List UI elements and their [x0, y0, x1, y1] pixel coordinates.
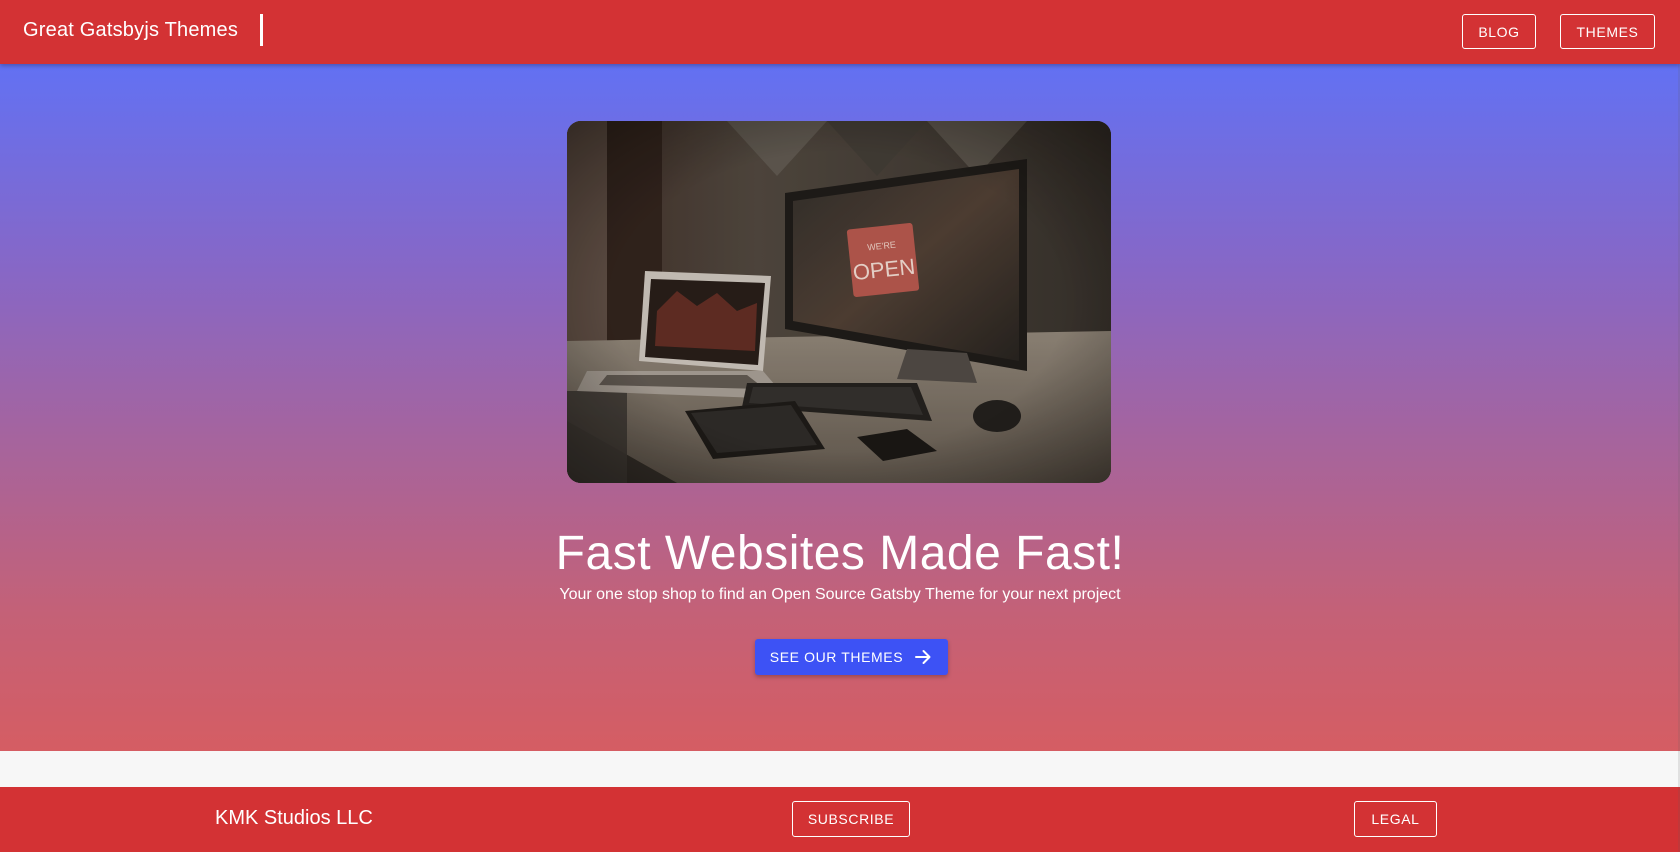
subscribe-button[interactable]: SUBSCRIBE	[792, 801, 910, 837]
footer-company-name: KMK Studios LLC	[215, 807, 373, 829]
hero-subtitle: Your one stop shop to find an Open Sourc…	[559, 586, 1121, 603]
content-spacer	[0, 751, 1680, 787]
blog-button[interactable]: BLOG	[1462, 14, 1536, 49]
footer: KMK Studios LLC SUBSCRIBE LEGAL	[0, 787, 1680, 852]
hero-title: Fast Websites Made Fast!	[555, 527, 1125, 580]
hero-section: WE'RE OPEN	[0, 64, 1680, 751]
themes-button[interactable]: THEMES	[1560, 14, 1655, 49]
cta-label: SEE OUR THEMES	[769, 649, 904, 665]
app-bar: Great Gatsbyjs Themes BLOG THEMES	[0, 0, 1680, 64]
site-title[interactable]: Great Gatsbyjs Themes	[23, 16, 238, 44]
desk-photo-illustration: WE'RE OPEN	[567, 121, 1111, 483]
see-our-themes-button[interactable]: SEE OUR THEMES	[755, 639, 948, 675]
hero-image: WE'RE OPEN	[567, 121, 1111, 483]
arrow-right-icon	[913, 647, 933, 667]
legal-button[interactable]: LEGAL	[1354, 801, 1437, 837]
page: Great Gatsbyjs Themes BLOG THEMES Fast W…	[0, 0, 1680, 852]
header-divider	[260, 14, 263, 46]
